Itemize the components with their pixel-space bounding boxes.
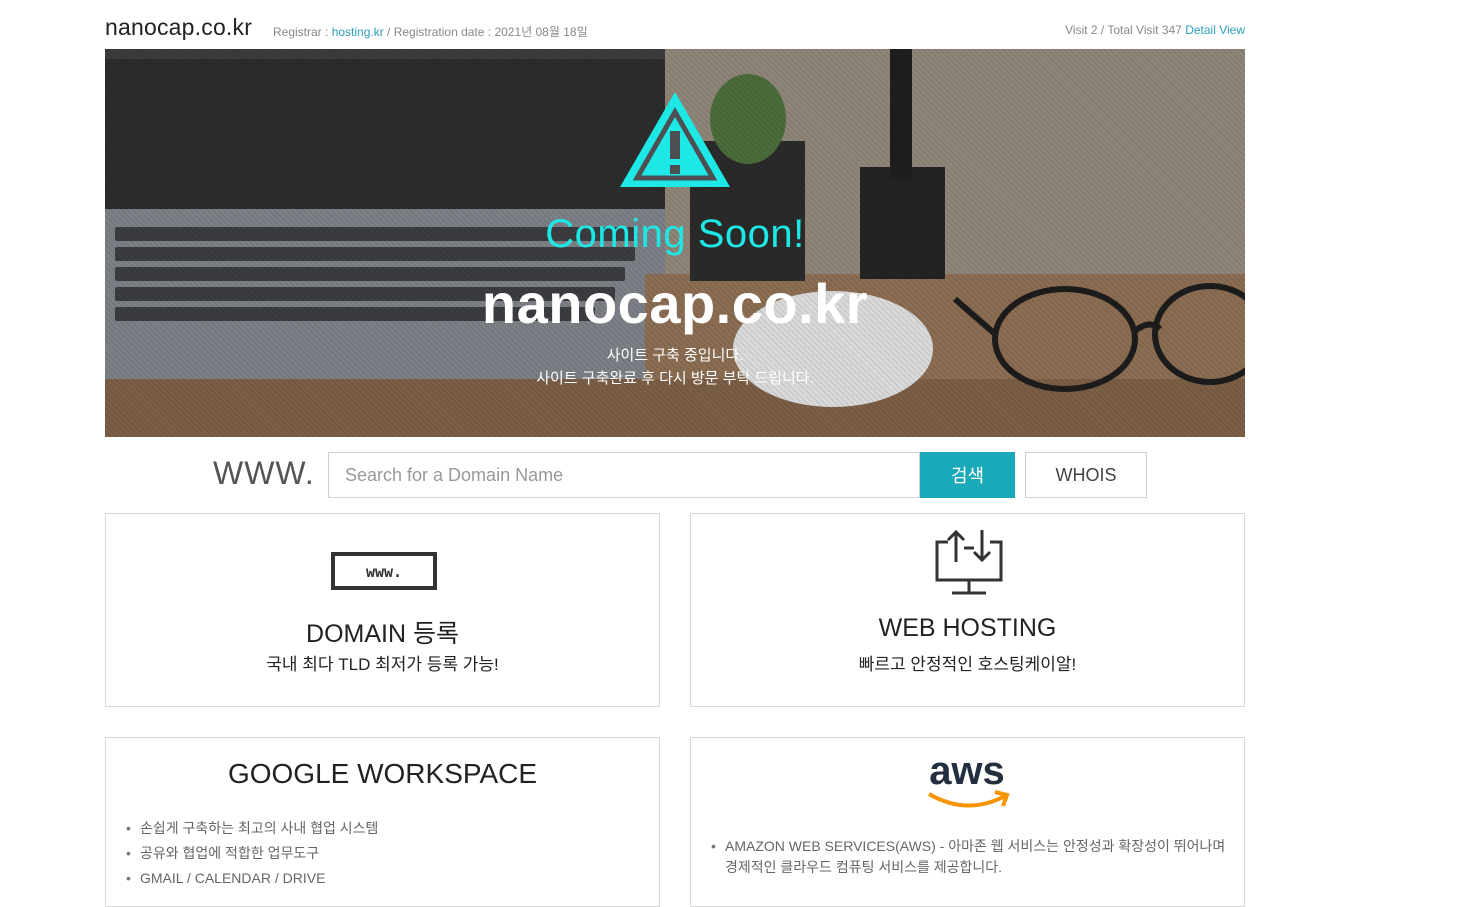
visit-count: Visit 2 / Total Visit 347 [1065,23,1186,37]
hero-message-line2: 사이트 구축완료 후 다시 방문 부탁 드립니다. [536,370,814,387]
list-item: AMAZON WEB SERVICES(AWS) - 아마존 웹 서비스는 안정… [709,836,1229,878]
header: nanocap.co.kr Registrar : hosting.kr / R… [105,12,1245,42]
list-item: 공유와 협업에 적합한 업무도구 [124,841,378,866]
domain-card[interactable]: www. DOMAIN 등록 국내 최다 TLD 최저가 등록 가능! [105,513,660,707]
upload-download-monitor-icon [935,529,1003,595]
google-workspace-card-title: GOOGLE WORKSPACE [227,758,538,789]
hero-banner: Coming Soon! nanocap.co.kr 사이트 구축 중입니다. … [105,49,1245,437]
www-icon-text: www. [366,563,402,581]
google-workspace-card[interactable]: GOOGLE WORKSPACE 손쉽게 구축하는 최고의 사내 협업 시스템 … [105,737,660,907]
aws-logo: aws [927,750,1010,808]
domain-card-subtitle: 국내 최다 TLD 최저가 등록 가능! [266,655,499,674]
coming-soon-heading: Coming Soon! [545,212,805,256]
aws-card[interactable]: aws AMAZON WEB SERVICES(AWS) - 아마존 웹 서비스… [690,737,1245,907]
hero-domain-name: nanocap.co.kr [481,272,869,335]
web-hosting-card-subtitle: 빠르고 안정적인 호스팅케이알! [858,655,1077,674]
www-icon: www. [331,552,437,590]
list-item: GMAIL / CALENDAR / DRIVE [124,866,378,891]
detail-view-link[interactable]: Detail View [1185,23,1245,37]
domain-search-bar: WWW. 검색 WHOIS [105,452,1245,498]
search-button[interactable]: 검색 [920,452,1015,498]
hero-message-line1: 사이트 구축 중입니다. [606,347,744,364]
domain-search-input[interactable] [328,452,920,498]
visit-counter: Visit 2 / Total Visit 347 Detail View [1065,23,1245,37]
registrar-link[interactable]: hosting.kr [332,25,384,39]
aws-logo-text: aws [929,750,1005,793]
domain-card-title: DOMAIN 등록 [306,620,459,648]
google-workspace-feature-list: 손쉽게 구축하는 최고의 사내 협업 시스템 공유와 협업에 적합한 업무도구 … [124,816,378,891]
web-hosting-card-title: WEB HOSTING [878,614,1057,642]
aws-feature-list: AMAZON WEB SERVICES(AWS) - 아마존 웹 서비스는 안정… [709,836,1229,878]
warning-triangle-icon [620,92,730,187]
registration-info: Registrar : hosting.kr / Registration da… [273,23,588,40]
web-hosting-card[interactable]: WEB HOSTING 빠르고 안정적인 호스팅케이알! [690,513,1245,707]
list-item: 손쉽게 구축하는 최고의 사내 협업 시스템 [124,816,378,841]
registrar-label: Registrar : [273,25,332,39]
www-prefix: WWW. [213,455,315,491]
registration-date: / Registration date : 2021년 08월 18일 [383,25,588,39]
whois-button[interactable]: WHOIS [1025,452,1147,498]
site-title: nanocap.co.kr [105,14,253,40]
